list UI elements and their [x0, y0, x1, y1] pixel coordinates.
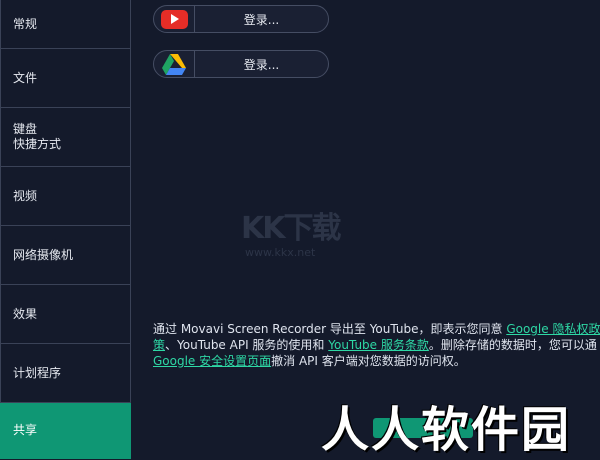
sidebar-item-label: 文件 [13, 70, 38, 85]
sidebar-item-share[interactable]: 共享 [0, 403, 131, 459]
sidebar-item-label: 效果 [13, 306, 38, 321]
google-security-settings-link[interactable]: Google 安全设置页面 [153, 354, 271, 368]
sidebar-item-label: 常规 [13, 16, 38, 31]
notice-text: 撤消 API 客户端对您数据的访问权。 [271, 354, 466, 368]
kk-watermark-url: www.kkx.net [245, 246, 316, 259]
notice-text: 通过 Movavi Screen Recorder 导出至 YouTube，即表… [153, 322, 507, 336]
sidebar-item-keyboard-shortcuts[interactable]: 键盘 快捷方式 [0, 108, 131, 167]
sidebar-item-label: 共享 [13, 423, 38, 437]
google-drive-icon [154, 51, 195, 77]
sidebar-item-webcam[interactable]: 网络摄像机 [0, 226, 131, 285]
privacy-notice: 通过 Movavi Screen Recorder 导出至 YouTube，即表… [153, 321, 600, 369]
settings-sidebar: 常规 文件 键盘 快捷方式 视频 网络摄像机 效果 计划程序 共享 [0, 0, 133, 459]
sidebar-item-label: 网络摄像机 [13, 247, 74, 262]
sidebar-item-label: 视频 [13, 188, 38, 203]
sidebar-item-general[interactable]: 常规 [0, 0, 131, 49]
youtube-icon [154, 6, 195, 32]
notice-text: 。删除存储的数据时，您可以通 [428, 338, 597, 352]
google-privacy-policy-link[interactable]: Google 隐私权政 [506, 322, 600, 336]
youtube-login-button[interactable]: 登录... [153, 5, 329, 33]
youtube-login-label: 登录... [243, 12, 280, 27]
youtube-terms-link[interactable]: YouTube 服务条款 [328, 338, 429, 352]
kk-watermark: KK下载 [241, 211, 341, 246]
sidebar-item-scheduler[interactable]: 计划程序 [0, 344, 131, 403]
sidebar-item-label: 键盘 快捷方式 [13, 122, 62, 151]
google-privacy-policy-link-cont[interactable]: 策 [153, 338, 165, 352]
google-drive-login-label: 登录... [243, 57, 280, 72]
site-watermark: 人人软件园 [321, 402, 572, 458]
sidebar-item-video[interactable]: 视频 [0, 167, 131, 226]
sidebar-item-label: 计划程序 [13, 365, 62, 380]
google-drive-login-button[interactable]: 登录... [153, 50, 329, 78]
notice-text: 、YouTube API 服务的使用和 [165, 338, 329, 352]
sidebar-item-files[interactable]: 文件 [0, 49, 131, 108]
sidebar-item-effects[interactable]: 效果 [0, 285, 131, 344]
